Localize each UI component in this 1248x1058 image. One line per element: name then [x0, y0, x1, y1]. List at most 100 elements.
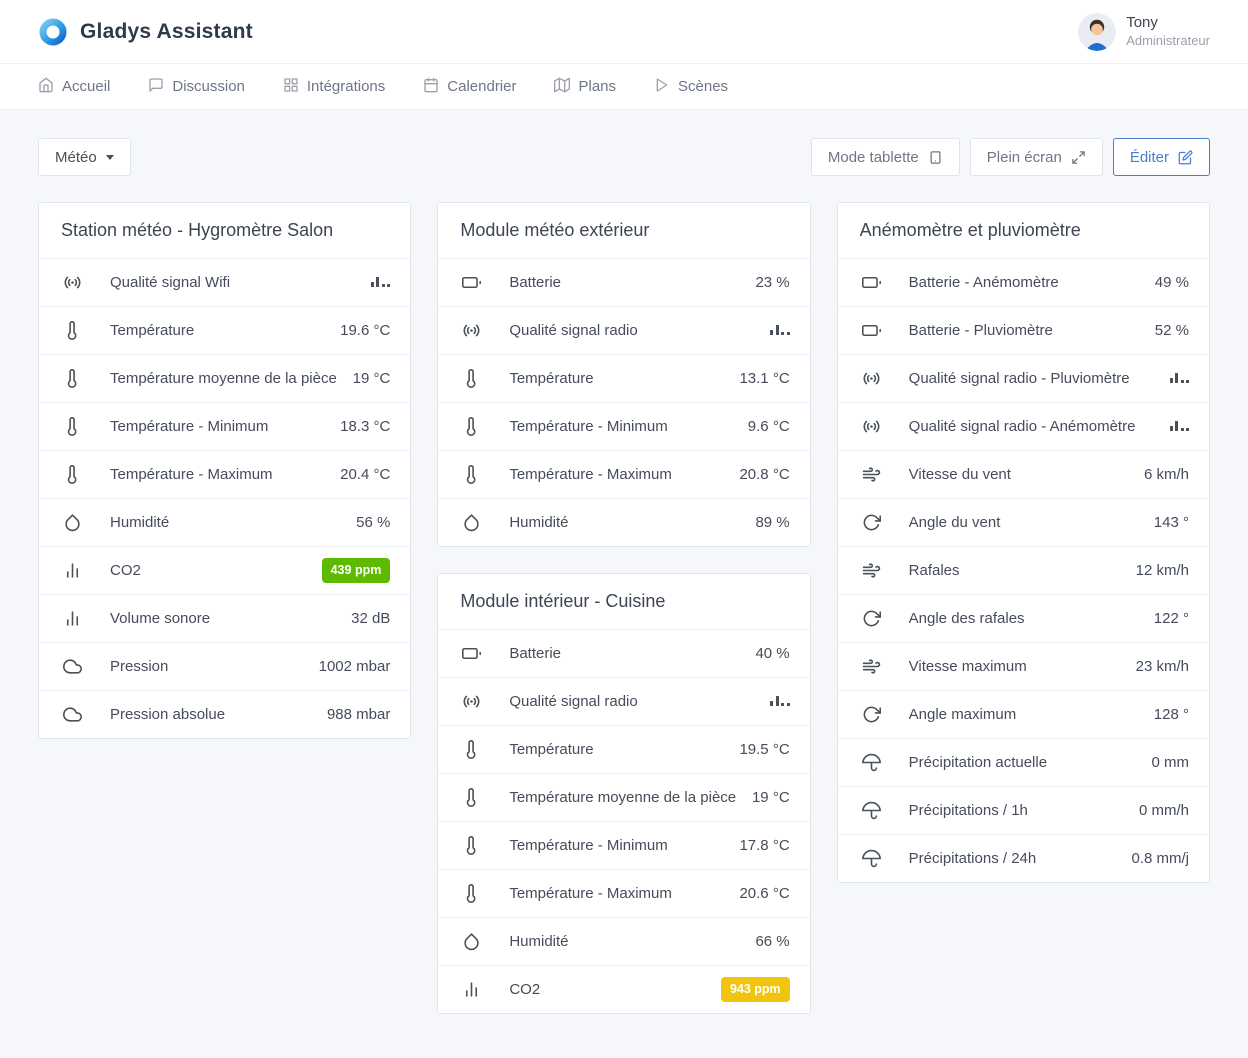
battery-icon: [462, 273, 482, 293]
tablet-mode-label: Mode tablette: [828, 149, 919, 166]
battery-icon: [862, 273, 882, 293]
sensor-label: Pression: [110, 656, 319, 678]
sensor-row: Précipitations / 24h 0.8 mm/j: [838, 834, 1209, 882]
dashboard-selector-button[interactable]: Météo: [38, 138, 131, 176]
sensor-label: CO2: [110, 560, 322, 582]
sensor-label: Qualité signal Wifi: [110, 272, 371, 294]
battery-icon: [862, 321, 882, 341]
edit-dashboard-button[interactable]: Éditer: [1113, 138, 1210, 176]
sensor-label: Rafales: [909, 560, 1136, 582]
card-title: Module météo extérieur: [460, 220, 787, 241]
sensor-label: Précipitation actuelle: [909, 752, 1152, 774]
sensor-row: CO2 439 ppm: [39, 546, 410, 594]
sensor-value: 20.6 °C: [739, 883, 789, 905]
app-title: Gladys Assistant: [80, 20, 253, 44]
sensor-row: Batterie - Anémomètre 49 %: [838, 258, 1209, 306]
nav-item-plans[interactable]: Plans: [554, 77, 616, 97]
thermometer-icon: [462, 884, 482, 904]
rotate-cw-icon: [862, 705, 882, 725]
umbrella-icon: [862, 801, 882, 821]
wind-icon: [862, 465, 882, 485]
sensor-label: Qualité signal radio - Pluviomètre: [909, 368, 1170, 390]
sensor-label: Température - Minimum: [110, 416, 340, 438]
sensor-label: Température: [509, 739, 739, 761]
cloud-icon: [63, 705, 83, 725]
sensor-row: Angle des rafales 122 °: [838, 594, 1209, 642]
sensor-value: 122 °: [1154, 608, 1189, 630]
card-rows: Batterie 23 % Qualité signal radio Tempé…: [438, 258, 809, 546]
nav-item-accueil[interactable]: Accueil: [38, 77, 110, 97]
wind-icon: [862, 561, 882, 581]
sensor-value: 943 ppm: [721, 977, 790, 1001]
sensor-row: Qualité signal radio: [438, 306, 809, 354]
thermometer-icon: [63, 417, 83, 437]
sensor-label: Qualité signal radio - Anémomètre: [909, 416, 1170, 438]
sensor-value: 40 %: [755, 643, 789, 665]
card-rows: Batterie 40 % Qualité signal radio Tempé…: [438, 629, 809, 1013]
map-icon: [554, 77, 570, 97]
nav-item-scenes[interactable]: Scènes: [654, 77, 728, 97]
signal-strength-icon: [770, 325, 790, 335]
card-title: Module intérieur - Cuisine: [460, 591, 787, 612]
sensor-label: Qualité signal radio: [509, 320, 770, 342]
signal-strength-icon: [371, 277, 391, 287]
nav-item-discussion[interactable]: Discussion: [148, 77, 245, 97]
sensor-value: 19 °C: [353, 368, 391, 390]
thermometer-icon: [63, 465, 83, 485]
sensor-value: 988 mbar: [327, 704, 390, 726]
sensor-value: 49 %: [1155, 272, 1189, 294]
app-header: Gladys Assistant Tony Administrateur: [0, 0, 1248, 64]
tablet-mode-button[interactable]: Mode tablette: [811, 138, 960, 176]
sensor-row: Batterie - Pluviomètre 52 %: [838, 306, 1209, 354]
sensor-value: 143 °: [1154, 512, 1189, 534]
sensor-value: [770, 691, 790, 713]
sensor-row: Température 13.1 °C: [438, 354, 809, 402]
sensor-label: Humidité: [110, 512, 356, 534]
sensor-label: Précipitations / 1h: [909, 800, 1139, 822]
grid-icon: [283, 77, 299, 97]
sensor-row: Qualité signal radio - Anémomètre: [838, 402, 1209, 450]
sensor-value: 6 km/h: [1144, 464, 1189, 486]
sensor-label: Angle maximum: [909, 704, 1154, 726]
sensor-label: Température: [509, 368, 739, 390]
sensor-label: Angle des rafales: [909, 608, 1154, 630]
calendar-icon: [423, 77, 439, 97]
nav-item-integrations[interactable]: Intégrations: [283, 77, 385, 97]
edit-label: Éditer: [1130, 149, 1169, 166]
sensor-label: Température - Minimum: [509, 835, 739, 857]
sensor-label: Température - Minimum: [509, 416, 747, 438]
play-icon: [654, 77, 670, 97]
umbrella-icon: [862, 849, 882, 869]
thermometer-icon: [462, 369, 482, 389]
sensor-value: 23 %: [755, 272, 789, 294]
umbrella-icon: [862, 753, 882, 773]
sensor-label: Batterie - Anémomètre: [909, 272, 1155, 294]
device-card: Anémomètre et pluviomètre Batterie - Ané…: [837, 202, 1210, 883]
rotate-cw-icon: [862, 513, 882, 533]
sensor-row: Pression absolue 988 mbar: [39, 690, 410, 738]
sensor-row: Précipitations / 1h 0 mm/h: [838, 786, 1209, 834]
thermometer-icon: [462, 788, 482, 808]
sensor-row: Température - Minimum 9.6 °C: [438, 402, 809, 450]
sensor-label: Batterie: [509, 272, 755, 294]
sensor-value: 18.3 °C: [340, 416, 390, 438]
sensor-value: 0.8 mm/j: [1131, 848, 1189, 870]
maximize-icon: [1071, 150, 1086, 165]
sensor-row: Pression 1002 mbar: [39, 642, 410, 690]
nav-item-calendrier[interactable]: Calendrier: [423, 77, 516, 97]
fullscreen-button[interactable]: Plein écran: [970, 138, 1103, 176]
dashboard-column-1: Station météo - Hygromètre Salon Qualité…: [38, 202, 411, 739]
user-menu[interactable]: Tony Administrateur: [1078, 13, 1210, 51]
droplet-icon: [462, 513, 482, 533]
co2-badge: 943 ppm: [721, 977, 790, 1001]
sensor-row: Angle du vent 143 °: [838, 498, 1209, 546]
sensor-label: Qualité signal radio: [509, 691, 770, 713]
sensor-row: Vitesse maximum 23 km/h: [838, 642, 1209, 690]
sensor-label: Température moyenne de la pièce: [110, 368, 353, 390]
toolbar-actions: Mode tablette Plein écran Éditer: [811, 138, 1210, 176]
sensor-value: 9.6 °C: [748, 416, 790, 438]
thermometer-icon: [462, 836, 482, 856]
app-brand[interactable]: Gladys Assistant: [38, 17, 253, 47]
sensor-row: Température 19.5 °C: [438, 725, 809, 773]
bar-chart-icon: [63, 609, 83, 629]
